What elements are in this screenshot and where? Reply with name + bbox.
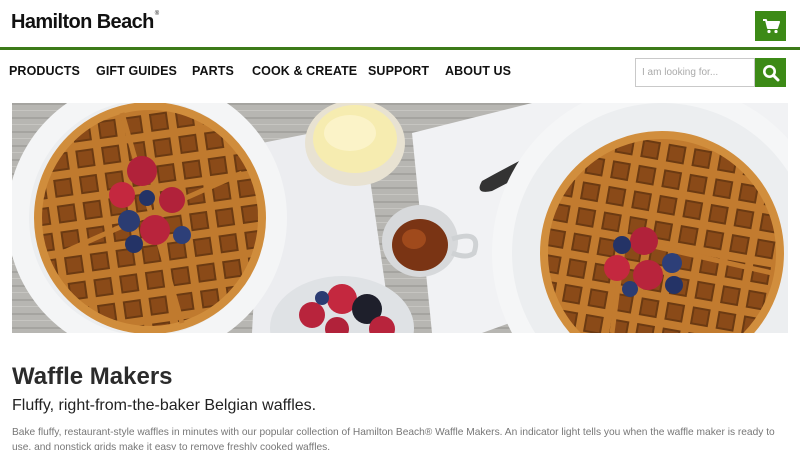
main-nav: PRODUCTS GIFT GUIDES PARTS COOK & CREATE… [0, 50, 800, 94]
cart-button[interactable] [755, 11, 786, 41]
page-subtitle: Fluffy, right-from-the-baker Belgian waf… [12, 397, 317, 414]
nav-item-about-us[interactable]: ABOUT US [445, 64, 511, 78]
brand-name: Hamilton Beach [11, 11, 154, 33]
registered-mark: ® [154, 11, 159, 17]
shopping-cart-icon [762, 19, 780, 34]
page-title: Waffle Makers [12, 363, 173, 390]
nav-item-parts[interactable]: PARTS [192, 64, 234, 78]
search-input[interactable] [635, 58, 755, 87]
brand-logo[interactable]: Hamilton Beach® [11, 11, 159, 34]
nav-item-cook-create[interactable]: COOK & CREATE [252, 64, 357, 78]
nav-item-products[interactable]: PRODUCTS [9, 64, 80, 78]
search-button[interactable] [755, 58, 786, 87]
site-header: Hamilton Beach® [0, 0, 800, 47]
nav-item-gift-guides[interactable]: GIFT GUIDES [96, 64, 177, 78]
page-description: Bake fluffy, restaurant-style waffles in… [12, 427, 775, 450]
hero-image-waffles [12, 103, 788, 333]
magnifier-icon [762, 64, 779, 81]
nav-item-support[interactable]: SUPPORT [368, 64, 429, 78]
